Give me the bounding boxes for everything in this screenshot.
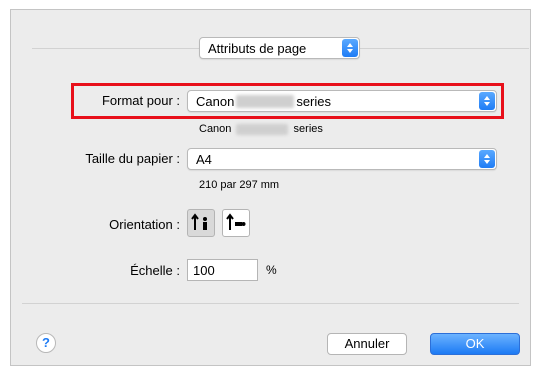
- bottom-divider: [22, 303, 519, 304]
- format-for-popup[interactable]: Canon series: [187, 90, 497, 112]
- orientation-landscape-button[interactable]: [222, 209, 250, 237]
- page-attributes-popup[interactable]: Attributs de page: [199, 37, 360, 59]
- format-for-label: Format pour :: [101, 93, 180, 108]
- orientation-label: Orientation :: [109, 217, 180, 232]
- format-for-sub-suffix: series: [293, 123, 323, 135]
- paper-dimensions: 210 par 297 mm: [199, 179, 280, 191]
- scale-unit: %: [266, 263, 277, 277]
- portrait-icon: [191, 213, 207, 230]
- paper-size-value: A4: [196, 151, 212, 167]
- orientation-portrait-button[interactable]: [187, 209, 215, 237]
- redacted-model: [236, 94, 295, 108]
- ok-button[interactable]: OK: [430, 333, 520, 355]
- help-button[interactable]: ?: [36, 333, 56, 353]
- format-for-sub-prefix: Canon: [199, 123, 232, 135]
- format-for-value-prefix: Canon: [196, 93, 235, 109]
- redacted-model-sub: [236, 123, 289, 135]
- format-for-value-suffix: series: [296, 93, 331, 109]
- popup-stepper-icon: [342, 39, 358, 57]
- format-for-stepper-icon: [479, 92, 495, 110]
- page-attributes-label: Attributs de page: [208, 40, 307, 56]
- paper-size-popup[interactable]: A4: [187, 148, 497, 170]
- format-for-subtext: Canon series: [199, 123, 323, 135]
- cancel-button[interactable]: Annuler: [327, 333, 407, 355]
- scale-label: Échelle :: [130, 263, 180, 278]
- paper-size-stepper-icon: [479, 150, 495, 168]
- scale-input[interactable]: 100: [187, 259, 258, 281]
- landscape-icon: [226, 213, 246, 230]
- paper-size-label: Taille du papier :: [85, 151, 180, 166]
